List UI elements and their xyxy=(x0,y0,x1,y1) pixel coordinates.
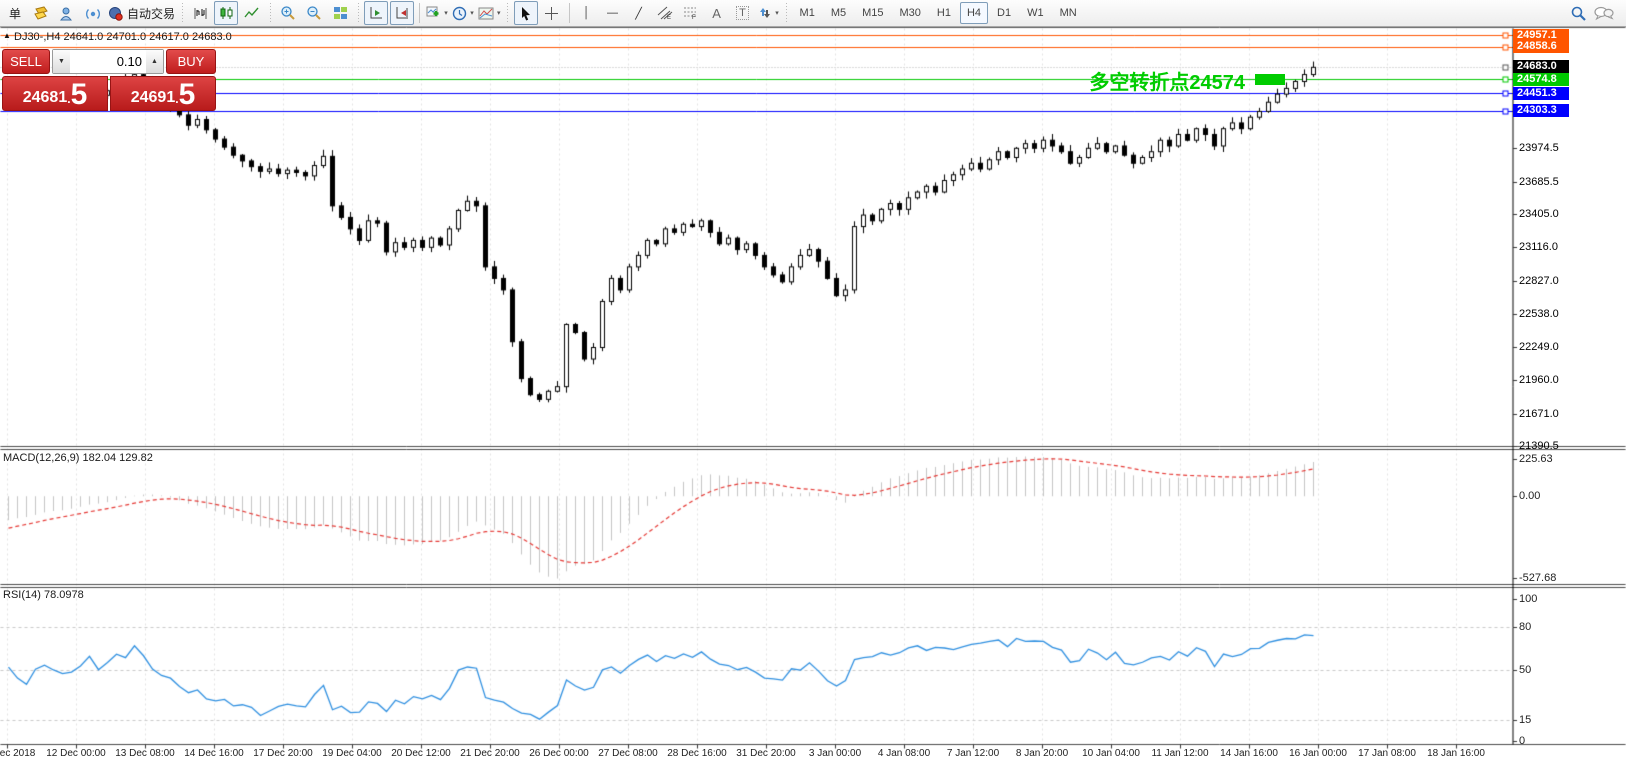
time-tick: 4 Jan 08:00 xyxy=(878,748,930,759)
price-big-digit: 5 xyxy=(179,81,196,109)
time-tick: 7 Jan 12:00 xyxy=(947,748,999,759)
buy-price[interactable]: 24691.5 xyxy=(110,76,216,111)
time-tick: 16 Jan 00:00 xyxy=(1289,748,1347,759)
price-level-badge: 24574.8 xyxy=(1513,73,1569,86)
time-tick: 11 Jan 12:00 xyxy=(1151,748,1208,759)
rsi-label: RSI(14) 78.0978 xyxy=(3,589,84,601)
annotation-text: 多空转折点24574 xyxy=(1089,66,1245,95)
price-tick: 22249.0 xyxy=(1519,341,1559,353)
price-level-badge: 24303.3 xyxy=(1513,104,1569,117)
price-level-badge: 24683.0 xyxy=(1513,60,1569,73)
time-tick: 12 Dec 00:00 xyxy=(46,748,106,759)
annotation-rectangle xyxy=(1255,74,1285,85)
price-level-badge: 24858.6 xyxy=(1513,40,1569,53)
price-tick: 23685.5 xyxy=(1519,176,1559,188)
buy-button[interactable]: BUY xyxy=(166,49,216,74)
time-tick: 28 Dec 16:00 xyxy=(667,748,727,759)
indicator-tick: -527.68 xyxy=(1519,572,1556,584)
time-tick: 20 Dec 12:00 xyxy=(391,748,451,759)
price-tick: 22827.0 xyxy=(1519,275,1559,287)
macd-label: MACD(12,26,9) 182.04 129.82 xyxy=(3,452,153,464)
caret-up-icon: ▲ xyxy=(151,58,158,65)
volume-down-button[interactable]: ▼ xyxy=(53,50,70,73)
volume-up-button[interactable]: ▲ xyxy=(146,50,163,73)
price-tick: 23974.5 xyxy=(1519,142,1559,154)
time-tick: 10 Jan 04:00 xyxy=(1082,748,1140,759)
mt4-window: 单 自动交易 xyxy=(0,0,1626,776)
time-tick: 26 Dec 00:00 xyxy=(529,748,589,759)
price-tick: 23405.0 xyxy=(1519,208,1559,220)
time-tick: 10 Dec 2018 xyxy=(0,748,35,759)
time-tick: 8 Jan 20:00 xyxy=(1016,748,1068,759)
sell-button[interactable]: SELL xyxy=(2,49,50,74)
time-tick: 31 Dec 20:00 xyxy=(736,748,796,759)
price-tick: 23116.0 xyxy=(1519,241,1558,253)
indicator-tick: 50 xyxy=(1519,664,1531,676)
time-tick: 17 Jan 08:00 xyxy=(1358,748,1416,759)
indicator-tick: 0.00 xyxy=(1519,490,1540,502)
indicator-tick: 225.63 xyxy=(1519,453,1553,465)
panel-collapse-arrow[interactable]: ▲ xyxy=(3,31,11,40)
time-tick: 3 Jan 00:00 xyxy=(809,748,861,759)
time-tick: 17 Dec 20:00 xyxy=(253,748,313,759)
price-int: 24681 xyxy=(23,87,68,109)
price-tick: 21960.0 xyxy=(1519,374,1559,386)
volume-box: ▼ ▲ xyxy=(52,49,164,74)
time-tick: 21 Dec 20:00 xyxy=(460,748,520,759)
chart-canvas[interactable] xyxy=(0,0,1626,776)
indicator-tick: 0 xyxy=(1519,735,1525,747)
time-tick: 14 Dec 16:00 xyxy=(184,748,244,759)
time-tick: 19 Dec 04:00 xyxy=(322,748,382,759)
time-tick: 18 Jan 16:00 xyxy=(1427,748,1485,759)
price-tick: 21671.0 xyxy=(1519,408,1559,420)
indicator-tick: 15 xyxy=(1519,714,1531,726)
symbol-info: DJ30-,H4 24641.0 24701.0 24617.0 24683.0 xyxy=(14,31,232,43)
price-tick: 22538.0 xyxy=(1519,308,1559,320)
volume-input[interactable] xyxy=(70,50,146,73)
one-click-trade-panel: SELL ▼ ▲ BUY 24681.5 24691.5 xyxy=(2,49,216,111)
time-tick: 14 Jan 16:00 xyxy=(1220,748,1278,759)
time-tick: 13 Dec 08:00 xyxy=(115,748,175,759)
price-level-badge: 24451.3 xyxy=(1513,87,1569,100)
caret-down-icon: ▼ xyxy=(58,58,65,65)
time-tick: 27 Dec 08:00 xyxy=(598,748,658,759)
price-big-digit: 5 xyxy=(71,81,88,109)
price-int: 24691 xyxy=(131,87,176,109)
price-tick: 21390.5 xyxy=(1519,440,1559,452)
indicator-tick: 80 xyxy=(1519,621,1531,633)
sell-price[interactable]: 24681.5 xyxy=(2,76,108,111)
indicator-tick: 100 xyxy=(1519,593,1537,605)
